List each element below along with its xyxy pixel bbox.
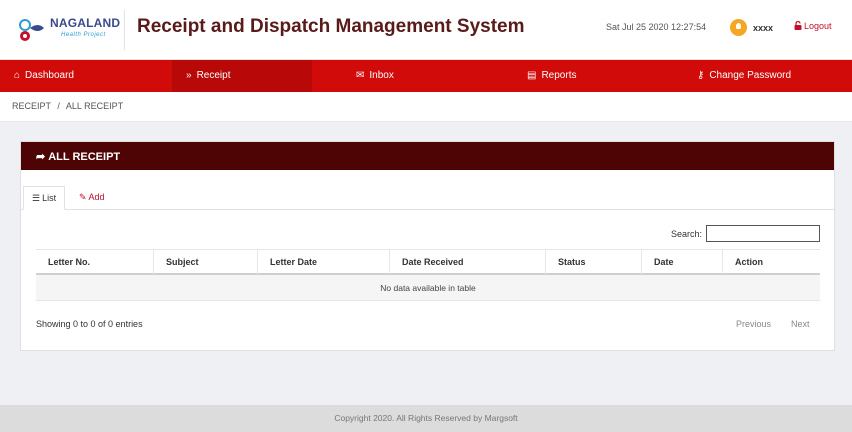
tab-add[interactable]: ✎ Add [71, 186, 113, 210]
logo-emblem-icon [19, 19, 44, 41]
nav-item-label: Dashboard [25, 70, 74, 81]
column-header-date[interactable]: Date [641, 250, 721, 274]
tab-label: List [42, 193, 57, 203]
breadcrumb-receipt[interactable]: RECEIPT [12, 101, 51, 111]
nav-item-label: Change Password [709, 70, 792, 81]
header-divider [124, 10, 125, 50]
search-label: Search: [671, 229, 703, 239]
nav-item-inbox[interactable]: ✉ Inbox [356, 60, 394, 92]
breadcrumb-separator: / [57, 101, 60, 111]
app-title: Receipt and Dispatch Management System [137, 16, 525, 37]
column-header-letter-no[interactable]: Letter No. [36, 250, 152, 274]
document-icon: ▤ [527, 70, 537, 81]
breadcrumb: RECEIPT / ALL RECEIPT [12, 101, 123, 111]
panel-tabs: ☰ List ✎ Add [21, 186, 834, 210]
nav-item-change-password[interactable]: ⚷ Change Password [697, 60, 791, 92]
nav-item-dashboard[interactable]: ⌂ Dashboard [14, 60, 74, 92]
empty-table-message: No data available in table [36, 275, 820, 301]
nav-item-reports[interactable]: ▤ Reports [527, 60, 576, 92]
search-input[interactable] [706, 225, 820, 242]
breadcrumb-bar [0, 92, 852, 122]
main-nav: ⌂ Dashboard » Receipt ✉ Inbox ▤ Reports ⚷ Cha… [0, 60, 852, 92]
nav-item-label: Receipt [196, 70, 231, 81]
column-header-date-received[interactable]: Date Received [389, 250, 544, 274]
nav-item-label: Reports [541, 70, 577, 81]
table-info: Showing 0 to 0 of 0 entries [36, 319, 143, 329]
envelope-icon: ✉ [356, 70, 365, 81]
next-button[interactable]: Next [791, 319, 810, 329]
logo-text: NAGALAND [50, 16, 121, 30]
double-chevron-down-icon: » [186, 70, 192, 81]
table-header: Letter No. Subject Letter Date Date Rece… [36, 249, 820, 275]
previous-button[interactable]: Previous [736, 319, 771, 329]
list-icon: ☰ [32, 193, 41, 203]
username[interactable]: xxxx [753, 23, 773, 33]
logout-button[interactable]: Logout [794, 20, 832, 31]
current-datetime: Sat Jul 25 2020 12:27:54 [606, 22, 707, 32]
nagaland-logo[interactable]: NAGALAND Health Project [16, 14, 120, 46]
lock-icon [794, 20, 802, 30]
nav-item-label: Inbox [369, 70, 394, 81]
breadcrumb-all-receipt: ALL RECEIPT [65, 101, 124, 111]
footer: Copyright 2020. All Rights Reserved by M… [0, 405, 852, 432]
share-arrow-icon: ➦ [36, 151, 46, 163]
home-icon: ⌂ [14, 70, 21, 81]
app-header: NAGALAND Health Project Receipt and Disp… [0, 0, 852, 60]
panel-header: ➦ ALL RECEIPT [21, 142, 834, 170]
panel-title-text: ALL RECEIPT [48, 151, 121, 163]
user-avatar-icon[interactable] [730, 19, 747, 36]
logo-subtext: Health Project [61, 32, 106, 38]
column-header-status[interactable]: Status [545, 250, 640, 274]
tab-list[interactable]: ☰ List [23, 186, 66, 210]
column-header-action[interactable]: Action [722, 250, 820, 274]
column-header-subject[interactable]: Subject [153, 250, 256, 274]
column-header-letter-date[interactable]: Letter Date [257, 250, 388, 274]
nav-item-receipt[interactable]: » Receipt [172, 60, 312, 92]
logout-label: Logout [804, 21, 832, 31]
panel-title: ➦ ALL RECEIPT [36, 150, 120, 163]
key-icon: ⚷ [697, 70, 705, 81]
all-receipt-panel: ➦ ALL RECEIPT ☰ List ✎ Add Search: Letter N… [20, 141, 835, 351]
tab-label: Add [88, 192, 105, 202]
edit-icon: ✎ [79, 192, 87, 202]
